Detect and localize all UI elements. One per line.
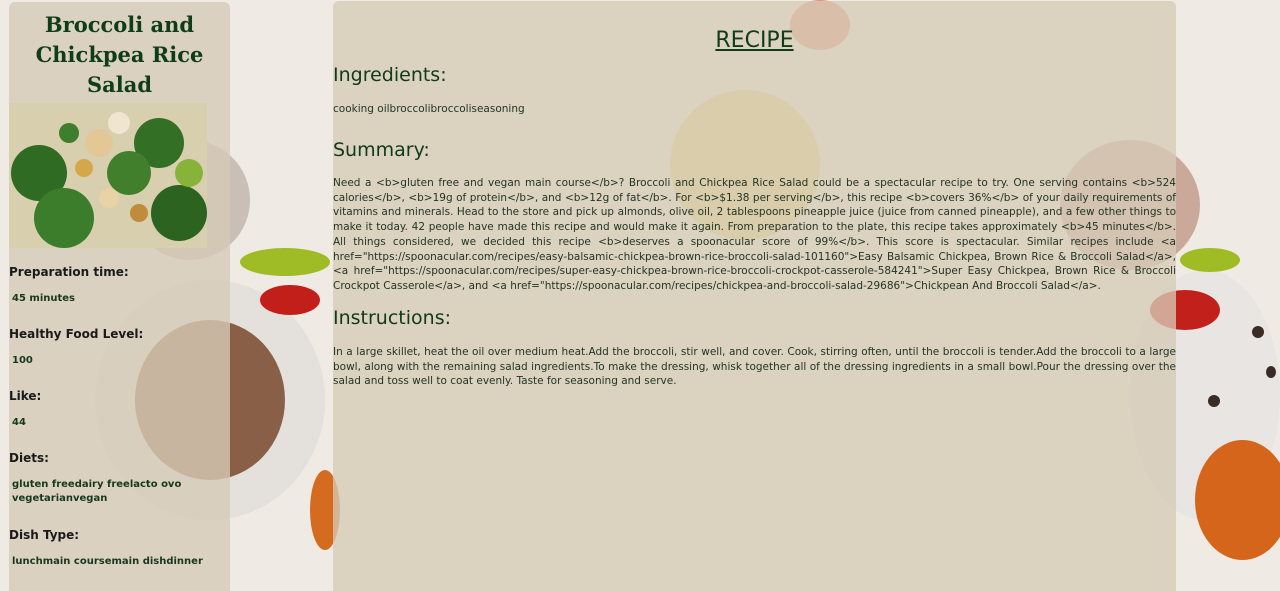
prep-time-label: Preparation time: xyxy=(9,265,129,279)
broccoli-salad-photo xyxy=(9,103,207,248)
summary-title: Summary: xyxy=(333,139,430,161)
instructions-title: Instructions: xyxy=(333,307,451,329)
dish-type-label: Dish Type: xyxy=(9,528,80,542)
diets-value: gluten freedairy freelacto ovo vegetaria… xyxy=(12,479,182,504)
chili-pepper-decoration xyxy=(260,285,320,315)
peppercorn-decoration xyxy=(1252,326,1264,338)
recipe-title: Broccoli and Chickpea Rice Salad xyxy=(35,12,204,97)
dish-type-value: lunchmain coursemain dishdinner xyxy=(12,556,203,567)
summary-text: Need a <b>gluten free and vegan main cou… xyxy=(333,177,1176,292)
like-label: Like: xyxy=(9,389,42,403)
dish-photo-drawing xyxy=(9,103,207,248)
diets-label: Diets: xyxy=(9,451,49,465)
dish-type-block: Dish Type: lunchmain coursemain dishdinn… xyxy=(9,528,229,569)
right-spice-decoration xyxy=(1195,440,1280,560)
green-chili-right-decoration xyxy=(1180,248,1240,272)
ingredients-title: Ingredients: xyxy=(333,64,447,86)
ingredients-text: cooking oilbroccolibroccoliseasoning xyxy=(333,103,525,115)
peppercorn-decoration xyxy=(1208,395,1220,407)
recipe-heading: RECIPE xyxy=(715,28,794,53)
peppercorn-decoration xyxy=(1266,366,1276,378)
instructions-text: In a large skillet, heat the oil over me… xyxy=(333,346,1176,388)
recipe-main-panel: RECIPE Ingredients: cooking oilbroccolib… xyxy=(333,1,1176,591)
prep-time-block: Preparation time: 45 minutes xyxy=(9,265,229,306)
diets-block: Diets: gluten freedairy freelacto ovo ve… xyxy=(9,451,229,506)
like-value: 44 xyxy=(12,417,26,428)
health-level-block: Healthy Food Level: 100 xyxy=(9,327,229,368)
health-level-value: 100 xyxy=(12,355,33,366)
health-level-label: Healthy Food Level: xyxy=(9,327,144,341)
prep-time-value: 45 minutes xyxy=(12,293,75,304)
like-block: Like: 44 xyxy=(9,389,229,430)
recipe-details-panel: Broccoli and Chickpea Rice Salad Prepara… xyxy=(9,2,230,591)
green-chili-decoration xyxy=(240,248,330,276)
